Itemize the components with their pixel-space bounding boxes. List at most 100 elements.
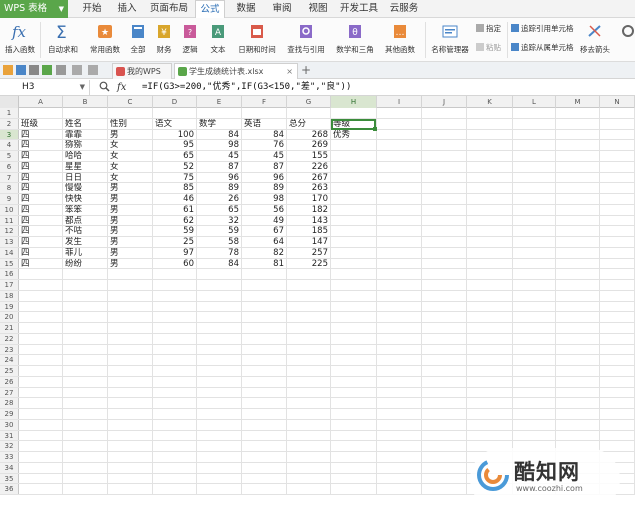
cell[interactable] <box>242 376 287 387</box>
cell[interactable]: 98 <box>242 194 287 204</box>
cell[interactable] <box>467 194 513 204</box>
column-header[interactable]: I <box>377 96 422 108</box>
cell[interactable] <box>556 280 600 290</box>
all-functions-button[interactable]: 全部 <box>126 18 150 62</box>
cell[interactable]: 四 <box>19 237 63 247</box>
cell[interactable] <box>197 398 242 408</box>
tab-insert[interactable]: 插入 <box>115 0 139 18</box>
cell[interactable]: 四 <box>19 204 63 215</box>
cell[interactable] <box>377 452 422 462</box>
cell[interactable]: 快快 <box>63 194 108 204</box>
cell[interactable] <box>153 441 197 451</box>
cell[interactable] <box>467 258 513 269</box>
cell[interactable]: 霏霏 <box>63 129 108 140</box>
paste-button[interactable]: 粘贴 <box>476 42 501 54</box>
cell[interactable] <box>331 247 377 258</box>
cell[interactable] <box>377 387 422 398</box>
cell[interactable] <box>331 140 377 150</box>
cell[interactable] <box>467 376 513 387</box>
tab-view[interactable]: 视图 <box>306 0 330 18</box>
cell[interactable]: 星星 <box>63 161 108 172</box>
cell[interactable] <box>513 409 556 419</box>
cell[interactable] <box>197 355 242 365</box>
cell[interactable]: 225 <box>287 258 331 269</box>
cell[interactable]: 32 <box>197 215 242 226</box>
cell[interactable] <box>108 409 153 419</box>
name-manager-button[interactable]: 名称管理器 <box>428 18 472 62</box>
cell[interactable]: 78 <box>197 247 242 258</box>
print-preview-icon[interactable] <box>42 65 52 75</box>
cell[interactable] <box>513 118 556 129</box>
row-header[interactable]: 30 <box>0 419 19 430</box>
cell[interactable] <box>377 323 422 333</box>
cell[interactable] <box>331 366 377 376</box>
cell[interactable]: 89 <box>242 183 287 193</box>
cell[interactable] <box>513 108 556 118</box>
cell[interactable]: 87 <box>197 161 242 172</box>
cell[interactable] <box>197 280 242 290</box>
cell[interactable] <box>63 409 108 419</box>
logical-button[interactable]: ? 逻辑 <box>178 18 202 62</box>
cell[interactable] <box>556 204 600 215</box>
cell[interactable] <box>331 194 377 204</box>
cell[interactable] <box>600 161 635 172</box>
cell[interactable] <box>197 344 242 355</box>
cell[interactable] <box>556 215 600 226</box>
cell[interactable] <box>287 419 331 430</box>
cell[interactable]: 四 <box>19 226 63 236</box>
row-header[interactable]: 24 <box>0 355 19 365</box>
cell[interactable] <box>600 333 635 344</box>
cell[interactable] <box>331 419 377 430</box>
cell[interactable] <box>377 204 422 215</box>
cell[interactable] <box>377 344 422 355</box>
cell[interactable] <box>422 269 467 279</box>
cell[interactable] <box>422 247 467 258</box>
cell[interactable] <box>331 215 377 226</box>
column-header[interactable]: M <box>556 96 600 108</box>
formula-input[interactable]: =IF(G3>=200,"优秀",IF(G3<150,"差","良")) <box>142 79 351 96</box>
cell[interactable] <box>108 376 153 387</box>
column-header[interactable]: G <box>287 96 331 108</box>
cell[interactable] <box>19 366 63 376</box>
cell[interactable] <box>331 344 377 355</box>
cell[interactable] <box>377 118 422 129</box>
cell[interactable] <box>422 376 467 387</box>
cell[interactable] <box>600 172 635 183</box>
cell[interactable] <box>377 441 422 451</box>
cell[interactable]: 哈哈 <box>63 151 108 161</box>
row-header[interactable]: 29 <box>0 409 19 419</box>
cell[interactable] <box>422 237 467 247</box>
cell[interactable]: 四 <box>19 161 63 172</box>
cell[interactable]: 班级 <box>19 118 63 129</box>
cell[interactable] <box>600 430 635 441</box>
cell[interactable] <box>600 312 635 322</box>
cell[interactable] <box>242 473 287 484</box>
cell[interactable] <box>377 129 422 140</box>
cell[interactable] <box>556 226 600 236</box>
cell[interactable] <box>197 473 242 484</box>
cell[interactable] <box>422 290 467 301</box>
cell[interactable] <box>556 323 600 333</box>
cell[interactable]: 姓名 <box>63 118 108 129</box>
cell[interactable] <box>513 398 556 408</box>
text-button[interactable]: A 文本 <box>205 18 231 62</box>
cell[interactable]: 96 <box>197 172 242 183</box>
cell[interactable] <box>513 161 556 172</box>
cell[interactable] <box>63 462 108 473</box>
cell[interactable] <box>600 237 635 247</box>
cell[interactable] <box>422 226 467 236</box>
cell[interactable] <box>153 452 197 462</box>
cell[interactable]: 男 <box>108 194 153 204</box>
cell[interactable] <box>19 441 63 451</box>
cell[interactable] <box>19 376 63 387</box>
cell[interactable]: 59 <box>153 226 197 236</box>
cell[interactable]: 269 <box>287 140 331 150</box>
cell[interactable] <box>513 344 556 355</box>
cell[interactable] <box>377 161 422 172</box>
cell[interactable] <box>108 269 153 279</box>
autosum-button[interactable]: Σ 自动求和 <box>43 18 83 62</box>
cell[interactable]: 优秀 <box>331 129 377 140</box>
cell[interactable] <box>422 366 467 376</box>
row-header[interactable]: 27 <box>0 387 19 398</box>
cell[interactable] <box>108 333 153 344</box>
